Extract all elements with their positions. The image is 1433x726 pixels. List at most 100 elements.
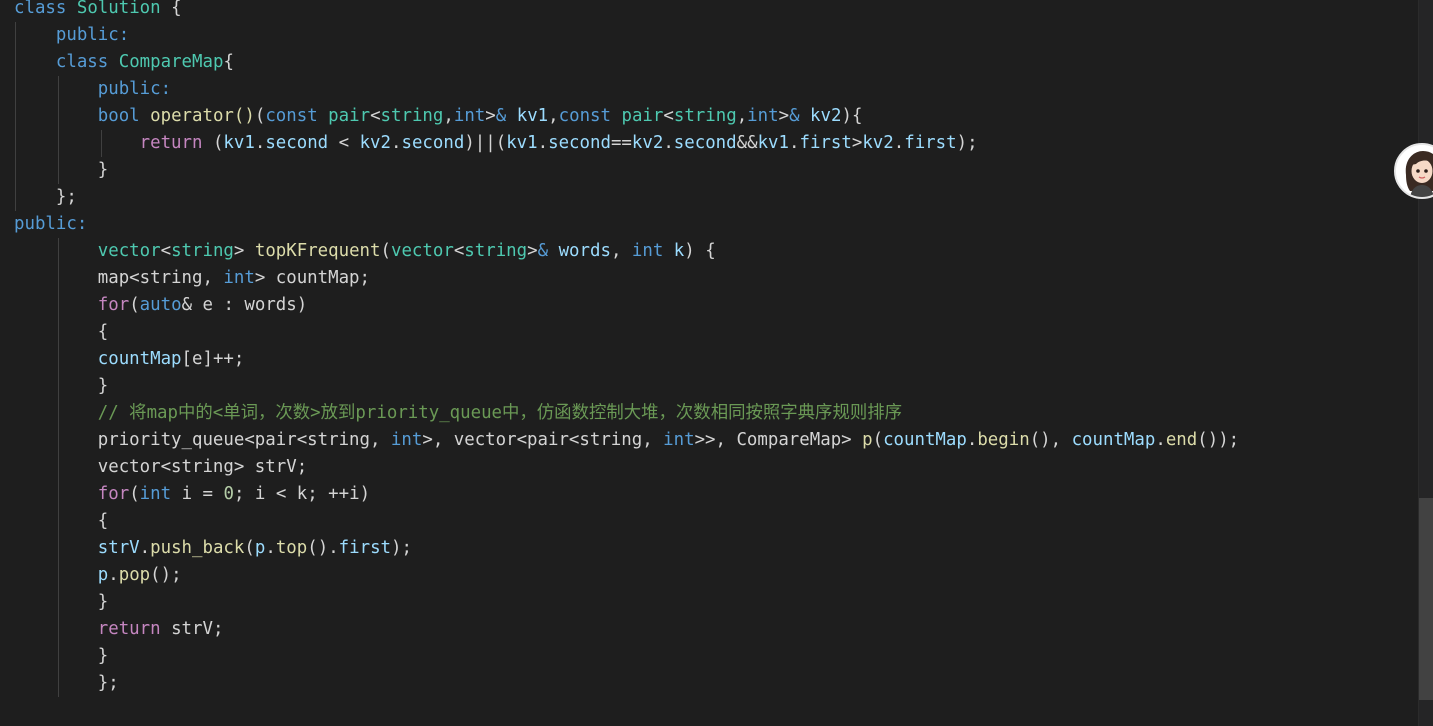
code-token: // 将map中的<单词，次数>放到priority_queue中，仿函数控制大… <box>97 403 903 423</box>
code-token: [e]++; <box>181 349 245 369</box>
code-token: return <box>139 133 203 153</box>
code-token: operator() <box>150 106 255 126</box>
code-editor[interactable]: class Solution { public: class CompareMa… <box>0 0 1433 726</box>
code-token: string <box>673 106 737 126</box>
code-line[interactable]: public: <box>14 76 1239 103</box>
code-token: { <box>160 0 182 18</box>
code-token: int <box>453 106 486 126</box>
code-token: } <box>14 160 109 180</box>
code-token: && <box>736 133 758 153</box>
code-token: . <box>254 133 266 153</box>
code-token: int <box>139 484 172 504</box>
code-token: . <box>663 133 674 153</box>
code-token: pair <box>621 106 664 126</box>
code-line[interactable]: vector<string> topKFrequent(vector<strin… <box>14 238 1239 265</box>
code-line[interactable]: countMap[e]++; <box>14 346 1239 373</box>
code-line[interactable]: { <box>14 319 1239 346</box>
code-line[interactable]: return (kv1.second < kv2.second)||(kv1.s… <box>14 130 1239 157</box>
code-token: priority_queue<pair<string, <box>14 430 391 450</box>
code-line[interactable]: } <box>14 373 1239 400</box>
avatar-icon[interactable] <box>1394 143 1433 199</box>
code-token: string <box>380 106 444 126</box>
code-token: top <box>275 538 308 558</box>
code-line[interactable]: public: <box>14 22 1239 49</box>
code-token: & <box>537 241 549 261</box>
code-token: > <box>527 241 538 261</box>
code-token: > <box>778 106 790 126</box>
code-token: second <box>401 133 465 153</box>
code-token: , <box>610 241 632 261</box>
code-line[interactable]: priority_queue<pair<string, int>, vector… <box>14 427 1239 454</box>
code-line[interactable]: for(auto& e : words) <box>14 292 1239 319</box>
code-token: . <box>139 538 151 558</box>
code-token: < <box>370 106 381 126</box>
code-token: . <box>893 133 905 153</box>
code-line[interactable]: map<string, int> countMap; <box>14 265 1239 292</box>
code-token: first <box>904 133 957 153</box>
code-line[interactable]: public: <box>14 211 1239 238</box>
code-line[interactable]: vector<string> strV; <box>14 454 1239 481</box>
code-token: . <box>391 133 402 153</box>
code-token: countMap <box>97 349 182 369</box>
code-token: first <box>799 133 852 153</box>
code-token: kv1 <box>223 133 255 153</box>
code-token: kv2 <box>359 133 391 153</box>
code-token: } <box>14 376 109 396</box>
code-token: end <box>1165 430 1198 450</box>
code-token: ){ <box>841 106 863 126</box>
code-token: & e : words) <box>181 295 308 315</box>
code-token: ); <box>391 538 412 558</box>
code-token: { <box>14 511 109 531</box>
code-line[interactable]: { <box>14 508 1239 535</box>
code-line[interactable]: return strV; <box>14 616 1239 643</box>
code-line[interactable]: }; <box>14 184 1239 211</box>
code-token: (). <box>307 538 339 558</box>
code-token: p <box>862 430 873 450</box>
code-token: }; <box>14 187 77 207</box>
code-token: . <box>108 565 119 585</box>
code-line[interactable]: } <box>14 589 1239 616</box>
code-line[interactable]: for(int i = 0; i < k; ++i) <box>14 481 1239 508</box>
code-token: class <box>14 0 67 18</box>
code-token: p <box>97 565 109 585</box>
code-token: k <box>673 241 685 261</box>
code-token: , <box>736 106 748 126</box>
code-line[interactable]: } <box>14 157 1239 184</box>
code-token: push_back <box>150 538 245 558</box>
code-area[interactable]: class Solution { public: class CompareMa… <box>14 0 1239 697</box>
code-token: second <box>265 133 329 153</box>
code-token: public: <box>97 79 172 99</box>
code-token: ( <box>129 295 140 315</box>
code-token: & <box>789 106 800 126</box>
code-token: public: <box>55 25 130 45</box>
scrollbar-thumb[interactable] <box>1419 498 1433 700</box>
code-line[interactable]: class CompareMap{ <box>14 49 1239 76</box>
code-token: kv2 <box>631 133 664 153</box>
code-token: second <box>673 133 737 153</box>
code-token: first <box>338 538 392 558</box>
code-line[interactable]: } <box>14 643 1239 670</box>
vertical-scrollbar[interactable] <box>1418 0 1433 726</box>
code-line[interactable]: bool operator()(const pair<string,int>& … <box>14 103 1239 130</box>
code-token: (), <box>1029 430 1072 450</box>
code-token: return <box>97 619 161 639</box>
code-token: for <box>97 484 130 504</box>
code-token: for <box>97 295 130 315</box>
code-line[interactable]: }; <box>14 670 1239 697</box>
code-line[interactable]: strV.push_back(p.top().first); <box>14 535 1239 562</box>
code-line[interactable]: p.pop(); <box>14 562 1239 589</box>
code-token: > <box>233 241 255 261</box>
code-line[interactable]: // 将map中的<单词，次数>放到priority_queue中，仿函数控制大… <box>14 400 1239 427</box>
code-token: ( <box>129 484 140 504</box>
code-token: p <box>254 538 266 558</box>
code-line[interactable]: class Solution { <box>14 0 1239 22</box>
